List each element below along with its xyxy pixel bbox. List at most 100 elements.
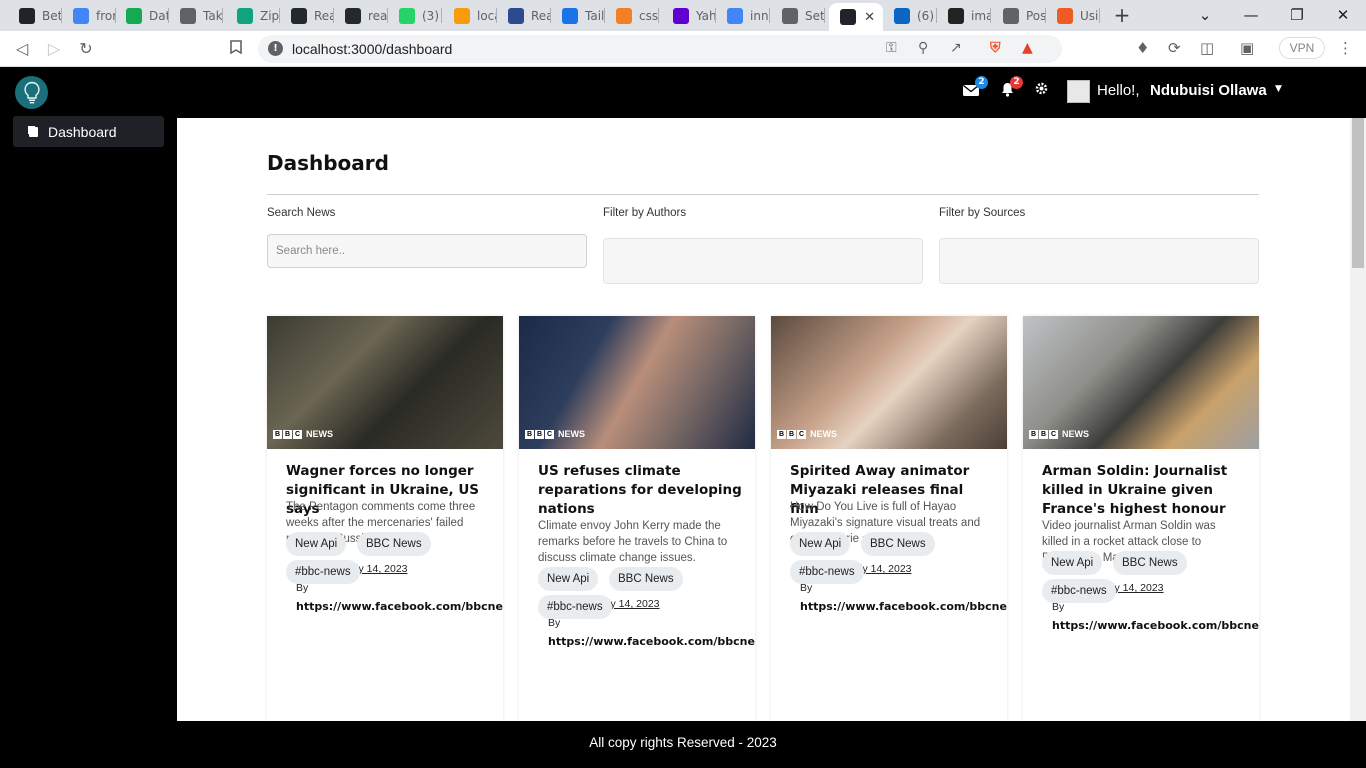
share-icon[interactable]: ↗ [950, 40, 962, 56]
tab-separator [824, 8, 825, 23]
browser-tab[interactable]: Usi [1046, 3, 1100, 28]
close-window-button[interactable]: ✕ [1332, 4, 1354, 26]
browser-tab[interactable]: Pos [992, 3, 1046, 28]
wallet-icon[interactable]: ▣ [1240, 39, 1254, 57]
menu-icon[interactable]: ⋮ [1338, 39, 1353, 57]
postman-icon [1057, 7, 1073, 24]
tab-separator [441, 8, 442, 23]
scrollbar-thumb[interactable] [1352, 118, 1364, 268]
browser-tab-label: Zip [260, 8, 280, 23]
browser-tab[interactable]: loca [443, 3, 497, 28]
browser-tab[interactable]: inne [716, 3, 770, 28]
caret-down-icon[interactable]: ▼ [1275, 84, 1282, 94]
bbc-news-watermark: B B C NEWS [525, 429, 585, 439]
tag-chip[interactable]: #bbc-news [286, 560, 360, 584]
maximize-button[interactable]: ❐ [1286, 4, 1308, 26]
vpn-button[interactable]: VPN [1279, 37, 1325, 59]
bookmark-icon[interactable] [224, 37, 248, 61]
author-link[interactable]: https://www.facebook.com/bbcnews [1052, 619, 1259, 632]
search-input[interactable] [267, 234, 587, 268]
zoom-icon[interactable]: ⚲ [918, 40, 928, 56]
browser-tab[interactable]: reac [334, 3, 388, 28]
back-icon[interactable]: ◁ [10, 37, 34, 61]
browser-tab[interactable]: Dat [115, 3, 169, 28]
browser-tab[interactable]: Bet [8, 3, 62, 28]
tag-chip[interactable]: New Api [286, 532, 347, 556]
tag-chip[interactable]: BBC News [357, 532, 431, 556]
browser-tab-label: Sett [805, 8, 825, 23]
divider [267, 194, 1259, 195]
news-card[interactable]: B B C NEWS Spirited Away animator Miyazaki r… [771, 316, 1007, 721]
key-icon[interactable]: ⚿ [886, 40, 897, 56]
tag-chip[interactable]: New Api [538, 567, 599, 591]
site-info-icon[interactable]: ! [268, 41, 283, 56]
bbc-news-word: NEWS [306, 429, 333, 439]
close-tab-icon[interactable]: ✕ [864, 10, 875, 25]
browser-tab[interactable]: Take [169, 3, 223, 28]
browser-tab-bar: Bet fror Dat Take Zip Rea reac (3) \ loca Rea Tail… [0, 0, 1366, 31]
mongodb-icon [126, 7, 142, 24]
tag-chip[interactable]: BBC News [1113, 551, 1187, 575]
gear-icon[interactable] [1034, 81, 1049, 100]
browser-tab[interactable]: css [605, 3, 659, 28]
new-tab-button[interactable]: + [1111, 4, 1133, 26]
browser-tab[interactable]: Tail [551, 3, 605, 28]
browser-tab[interactable]: Zip [226, 3, 280, 28]
forward-icon[interactable]: ▷ [42, 37, 66, 61]
news-card[interactable]: B B C NEWS US refuses climate reparations fo… [519, 316, 755, 721]
browser-tab[interactable]: Rea [497, 3, 551, 28]
reload-icon[interactable]: ↻ [74, 37, 98, 61]
tag-chip[interactable]: New Api [1042, 551, 1103, 575]
browser-tab[interactable]: Sett [771, 3, 825, 28]
news-card[interactable]: B B C NEWS Wagner forces no longer significa… [267, 316, 503, 721]
tag-chip[interactable]: BBC News [609, 567, 683, 591]
news-card[interactable]: B B C NEWS Arman Soldin: Journalist killed i… [1023, 316, 1259, 721]
browser-tab[interactable]: ima [937, 3, 991, 28]
browser-tab[interactable]: (3) \ [388, 3, 442, 28]
browser-tab-label: Yah [696, 8, 716, 23]
browser-toolbar: ◁ ▷ ↻ ! localhost:3000/dashboard ⚿ ⚲ ↗ ⛨… [0, 31, 1366, 67]
browser-tab[interactable]: (6) [883, 3, 937, 28]
author-link[interactable]: https://www.facebook.com/bbcnews [548, 635, 755, 648]
bbc-letter-block: B [273, 429, 282, 439]
authors-select[interactable] [603, 238, 923, 284]
browser-tab[interactable]: Yah [662, 3, 716, 28]
logo[interactable] [15, 76, 48, 109]
tag-chip[interactable]: #bbc-news [1042, 579, 1116, 603]
tag-chip[interactable]: BBC News [861, 532, 935, 556]
news-title[interactable]: US refuses climate reparations for devel… [538, 462, 743, 519]
main-content: Dashboard Search News Filter by Authors … [177, 118, 1350, 721]
tag-chip[interactable]: #bbc-news [790, 560, 864, 584]
avatar[interactable] [1067, 80, 1090, 103]
browser-tab-label: fror [96, 8, 116, 23]
sidebar-item-dashboard[interactable]: Dashboard [13, 116, 164, 147]
news-title[interactable]: Arman Soldin: Journalist killed in Ukrai… [1042, 462, 1247, 519]
brave-shield-icon[interactable]: ⛨ [990, 40, 1001, 56]
filter-authors-label: Filter by Authors [603, 207, 687, 219]
browser-tab[interactable]: fror [62, 3, 116, 28]
minimize-button[interactable]: — [1240, 4, 1262, 26]
whatsapp-icon [399, 7, 415, 24]
address-bar[interactable]: ! localhost:3000/dashboard ⚿ ⚲ ↗ ⛨ ▲ [258, 35, 1062, 63]
footer: All copy rights Reserved - 2023 [0, 721, 1366, 768]
browser-tab-label: Bet [42, 8, 62, 23]
tag-chip[interactable]: #bbc-news [538, 595, 612, 619]
sidebar-item-label: Dashboard [48, 123, 117, 140]
browser-tab-label: ima [971, 8, 991, 23]
page-scrollbar[interactable] [1350, 118, 1366, 721]
github-icon [291, 7, 307, 24]
brave-rewards-icon[interactable]: ▲ [1022, 40, 1033, 56]
sources-select[interactable] [939, 238, 1259, 284]
sidebar-icon[interactable]: ◫ [1200, 39, 1214, 57]
url-text[interactable]: localhost:3000/dashboard [292, 41, 452, 57]
author-link[interactable]: https://www.facebook.com/bbcnews [800, 600, 1007, 613]
bbc-letter-block: B [283, 429, 292, 439]
browser-tab[interactable]: ✕ [829, 3, 883, 31]
tab-search-icon[interactable]: ⌄ [1194, 4, 1216, 26]
username[interactable]: Ndubuisi Ollawa [1150, 82, 1267, 99]
extensions-icon[interactable]: ♦ [1136, 39, 1149, 57]
browser-tab[interactable]: Rea [280, 3, 334, 28]
sync-icon[interactable]: ⟳ [1168, 39, 1181, 57]
author-link[interactable]: https://www.facebook.com/bbcnews [296, 600, 503, 613]
tag-chip[interactable]: New Api [790, 532, 851, 556]
